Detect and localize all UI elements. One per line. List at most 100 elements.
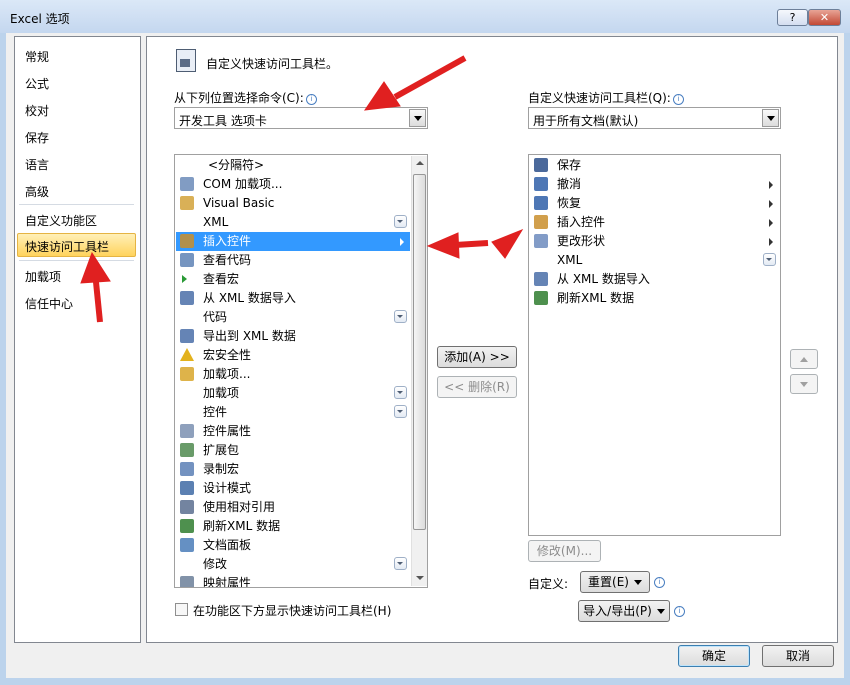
choose-commands-value: 开发工具 选项卡 — [179, 114, 267, 128]
command-item[interactable]: 查看宏 — [176, 270, 410, 289]
command-item[interactable]: 文档面板 — [176, 536, 410, 555]
xml-import-icon — [180, 291, 194, 305]
expand-icon[interactable] — [394, 215, 407, 228]
command-item[interactable]: 宏安全性 — [176, 346, 410, 365]
nav-item-quick-access-toolbar[interactable]: 快速访问工具栏 — [25, 238, 109, 255]
toolbar-items-list[interactable]: 保存 撤消 恢复插入控件更改形状 XML 从 XML 数据导入刷新XML 数据 — [528, 154, 781, 536]
play-icon — [182, 275, 187, 283]
scroll-up-icon[interactable] — [416, 161, 424, 165]
expand-icon[interactable] — [394, 310, 407, 323]
customize-toolbar-dropdown[interactable]: 用于所有文档(默认) — [528, 107, 781, 129]
nav-item-language[interactable]: 语言 — [25, 156, 49, 173]
expand-icon[interactable] — [394, 386, 407, 399]
command-item-label: 扩展包 — [203, 443, 240, 457]
toolbar-item[interactable]: 保存 — [530, 156, 779, 175]
command-item[interactable]: 加载项 — [176, 384, 410, 403]
command-item[interactable]: 控件属性 — [176, 422, 410, 441]
toolbar-item[interactable]: 撤消 — [530, 175, 779, 194]
choose-commands-label: 从下列位置选择命令(C): i — [174, 89, 317, 106]
nav-item-formulas[interactable]: 公式 — [25, 75, 49, 92]
expand-icon[interactable] — [763, 253, 776, 266]
submenu-arrow-icon — [400, 238, 404, 246]
command-item[interactable]: 设计模式 — [176, 479, 410, 498]
show-below-ribbon-checkbox[interactable] — [175, 603, 188, 616]
chevron-down-icon[interactable] — [409, 109, 426, 127]
info-icon: i — [672, 94, 684, 105]
toolbar-item[interactable]: 从 XML 数据导入 — [530, 270, 779, 289]
nav-divider — [19, 204, 134, 205]
panel-heading: 自定义快速访问工具栏。 — [206, 57, 339, 71]
command-item[interactable]: 录制宏 — [176, 460, 410, 479]
command-item[interactable]: 查看代码 — [176, 251, 410, 270]
available-commands-list[interactable]: <分隔符> COM 加载项... Visual Basic XML 插入控件查看代码查看… — [174, 154, 428, 588]
toolbar-item[interactable]: 刷新XML 数据 — [530, 289, 779, 308]
command-item[interactable]: 代码 — [176, 308, 410, 327]
nav-item-trust-center[interactable]: 信任中心 — [25, 295, 73, 312]
ok-button[interactable]: 确定 — [678, 645, 750, 667]
chevron-down-icon[interactable] — [762, 109, 779, 127]
window-title: Excel 选项 — [10, 12, 70, 26]
nav-item-save[interactable]: 保存 — [25, 129, 49, 146]
reset-dropdown-button[interactable]: 重置(E) — [580, 571, 650, 593]
nav-item-addins[interactable]: 加载项 — [25, 268, 61, 285]
command-item[interactable]: 加载项... — [176, 365, 410, 384]
scroll-down-icon[interactable] — [416, 576, 424, 580]
command-item-label: 设计模式 — [203, 481, 252, 495]
visual-basic-icon — [180, 196, 194, 210]
command-item[interactable]: 控件 — [176, 403, 410, 422]
toolbar-item-label: 从 XML 数据导入 — [557, 272, 650, 286]
nav-item-advanced[interactable]: 高级 — [25, 183, 49, 200]
scroll-thumb[interactable] — [413, 174, 426, 530]
remove-button[interactable]: << 删除(R) — [437, 376, 517, 398]
command-item[interactable]: Visual Basic — [176, 194, 410, 213]
xml-import-icon — [534, 272, 548, 286]
expand-icon[interactable] — [394, 405, 407, 418]
relative-ref-icon — [180, 500, 194, 514]
modify-button[interactable]: 修改(M)... — [528, 540, 601, 562]
qat-panel: 自定义快速访问工具栏。 从下列位置选择命令(C): i 开发工具 选项卡 自定义快… — [146, 36, 838, 643]
toolbar-item[interactable]: 恢复 — [530, 194, 779, 213]
toolbar-item-label: XML — [557, 253, 583, 267]
move-up-button[interactable] — [790, 349, 818, 369]
command-item-label: 使用相对引用 — [203, 500, 276, 514]
command-item[interactable]: 映射属性 — [176, 574, 410, 587]
add-button[interactable]: 添加(A) >> — [437, 346, 517, 368]
command-item-label: 导出到 XML 数据 — [203, 329, 296, 343]
command-item-label: 查看代码 — [203, 253, 252, 267]
command-item[interactable]: 刷新XML 数据 — [176, 517, 410, 536]
close-button[interactable]: ✕ — [808, 9, 841, 26]
nav-item-customize-ribbon[interactable]: 自定义功能区 — [25, 212, 97, 229]
toolbar-item[interactable]: 插入控件 — [530, 213, 779, 232]
command-item-label: 代码 — [203, 310, 228, 324]
show-below-ribbon-label[interactable]: 在功能区下方显示快速访问工具栏(H) — [193, 602, 391, 619]
command-item[interactable]: COM 加载项... — [176, 175, 410, 194]
command-item[interactable]: 修改 — [176, 555, 410, 574]
toolbar-item-label: 插入控件 — [557, 215, 606, 229]
help-button[interactable]: ? — [777, 9, 808, 26]
move-down-button[interactable] — [790, 374, 818, 394]
nav-item-general[interactable]: 常规 — [25, 48, 49, 65]
chevron-down-icon — [633, 580, 642, 585]
command-item-label: 宏安全性 — [203, 348, 252, 362]
command-item-label: 加载项... — [203, 367, 251, 381]
insert-control-icon — [180, 234, 194, 248]
command-item[interactable]: 从 XML 数据导入 — [176, 289, 410, 308]
expand-icon[interactable] — [394, 557, 407, 570]
command-item[interactable]: 导出到 XML 数据 — [176, 327, 410, 346]
choose-commands-dropdown[interactable]: 开发工具 选项卡 — [174, 107, 428, 129]
command-item[interactable]: 扩展包 — [176, 441, 410, 460]
reset-label: 重置(E) — [588, 575, 629, 589]
toolbar-item[interactable]: XML — [530, 251, 779, 270]
command-item[interactable]: 插入控件 — [176, 232, 410, 251]
nav-item-proofing[interactable]: 校对 — [25, 102, 49, 119]
command-item-label: 控件属性 — [203, 424, 252, 438]
xml-export-icon — [180, 329, 194, 343]
command-item[interactable]: XML — [176, 213, 410, 232]
toolbar-item[interactable]: 更改形状 — [530, 232, 779, 251]
import-export-dropdown-button[interactable]: 导入/导出(P) — [578, 600, 670, 622]
commands-scrollbar[interactable] — [411, 156, 427, 586]
command-item[interactable]: <分隔符> — [176, 156, 410, 175]
command-item[interactable]: 使用相对引用 — [176, 498, 410, 517]
cancel-button[interactable]: 取消 — [762, 645, 834, 667]
refresh-xml-icon — [534, 291, 548, 305]
